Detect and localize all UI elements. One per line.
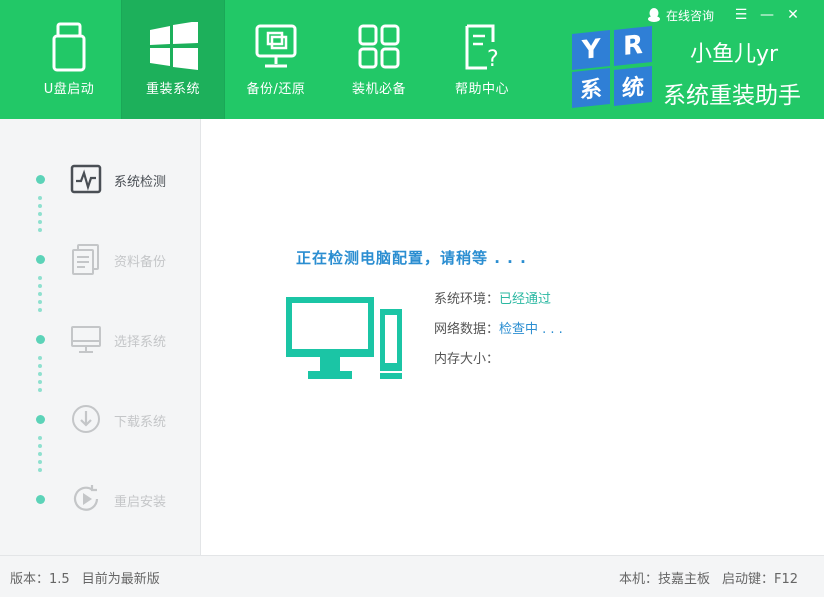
nav-usb-boot[interactable]: U盘启动	[18, 0, 120, 119]
step-connector	[38, 356, 43, 396]
step-restart-install: 重启安装	[0, 479, 201, 519]
windows-logo-icon	[150, 22, 198, 70]
nav-label: 备份/还原	[246, 82, 306, 97]
version-info: 版本：1.5 目前为最新版	[10, 568, 160, 587]
restart-icon	[73, 485, 99, 511]
nav-reinstall-system[interactable]: 重装系统	[122, 0, 224, 119]
nav-label: 重装系统	[145, 82, 200, 97]
brand-tiles: Y R 系 统	[570, 26, 654, 108]
status-title: 正在检测电脑配置，请稍等 . . .	[296, 249, 527, 267]
latest-version-text: 目前为最新版	[81, 572, 160, 587]
svg-text:?: ?	[487, 47, 499, 72]
step-select-system: 选择系统	[0, 319, 201, 359]
computer-illustration-icon	[286, 297, 402, 379]
step-system-check[interactable]: 系统检测	[0, 159, 201, 199]
info-label: 内存大小：	[434, 352, 500, 367]
desktop-icon	[71, 326, 101, 353]
close-icon[interactable]: ✕	[780, 7, 806, 23]
step-sidebar: 系统检测 资料备份 选择系统 下载系统 重启安装	[0, 119, 201, 555]
brand-subtitle: 系统重装助手	[663, 83, 801, 109]
step-connector	[38, 436, 43, 476]
machine-info: 本机：技嘉主板 启动键：F12	[619, 568, 798, 587]
step-label: 选择系统	[114, 335, 167, 350]
step-data-backup: 资料备份	[0, 239, 201, 279]
info-value: 检查中 . . .	[499, 322, 563, 337]
status-footer: 版本：1.5 目前为最新版 本机：技嘉主板 启动键：F12	[0, 555, 824, 597]
nav-label: U盘启动	[43, 82, 95, 97]
info-label: 网络数据：	[434, 322, 500, 337]
boot-hotkey-label: 启动键：F12	[721, 572, 798, 587]
step-label: 资料备份	[114, 255, 167, 270]
step-label: 下载系统	[114, 415, 167, 430]
brand-tile: R	[614, 26, 652, 66]
nav-label: 帮助中心	[454, 82, 509, 97]
apps-grid-icon	[358, 24, 400, 69]
consult-label: 在线咨询	[665, 8, 714, 23]
download-circle-icon	[72, 405, 100, 433]
main-panel: 正在检测电脑配置，请稍等 . . . 系统环境：已经通过 网络数据：检查中 . …	[202, 119, 824, 555]
step-bullet	[36, 335, 45, 344]
step-connector	[38, 196, 43, 236]
online-consult-button[interactable]: 在线咨询	[646, 7, 714, 24]
info-label: 系统环境：	[434, 292, 500, 307]
info-row-system-env: 系统环境：已经通过	[434, 288, 551, 307]
help-document-icon: ?	[465, 24, 499, 72]
header: U盘启动 重装系统 备份/还原 装机必备 ? 帮助中心 在线咨询 ☰ — ✕ Y…	[0, 0, 824, 119]
step-label: 重启安装	[114, 495, 167, 510]
step-connector	[38, 276, 43, 316]
window-topbar: 在线咨询 ☰ — ✕	[646, 6, 806, 24]
minimize-icon[interactable]: —	[754, 7, 780, 23]
info-row-network: 网络数据：检查中 . . .	[434, 318, 563, 337]
brand-tile: 系	[572, 68, 610, 108]
nav-backup-restore[interactable]: 备份/还原	[225, 0, 327, 119]
brand-tile: Y	[572, 30, 610, 70]
monitor-pulse-icon	[70, 164, 102, 194]
brand-tile: 统	[614, 66, 652, 106]
brand-name: 小鱼儿yr	[690, 42, 779, 67]
step-bullet	[36, 495, 45, 504]
nav-label: 装机必备	[351, 82, 406, 97]
step-download-system: 下载系统	[0, 399, 201, 439]
machine-label: 本机：技嘉主板	[618, 572, 710, 587]
info-row-memory: 内存大小：	[434, 348, 499, 367]
usb-drive-icon	[52, 22, 86, 72]
backup-restore-icon	[255, 24, 297, 68]
brand-logo: Y R 系 统 小鱼儿yr 系统重装助手	[570, 26, 820, 110]
step-label: 系统检测	[114, 175, 167, 190]
step-bullet	[36, 255, 45, 264]
version-label: 版本：1.5	[10, 572, 70, 587]
step-bullet	[36, 175, 45, 184]
qq-penguin-icon	[647, 8, 660, 22]
step-bullet	[36, 415, 45, 424]
info-value: 已经通过	[499, 292, 552, 307]
menu-icon[interactable]: ☰	[728, 7, 754, 23]
nav-essentials[interactable]: 装机必备	[328, 0, 430, 119]
nav-help-center[interactable]: ? 帮助中心	[431, 0, 533, 119]
documents-icon	[72, 244, 99, 275]
